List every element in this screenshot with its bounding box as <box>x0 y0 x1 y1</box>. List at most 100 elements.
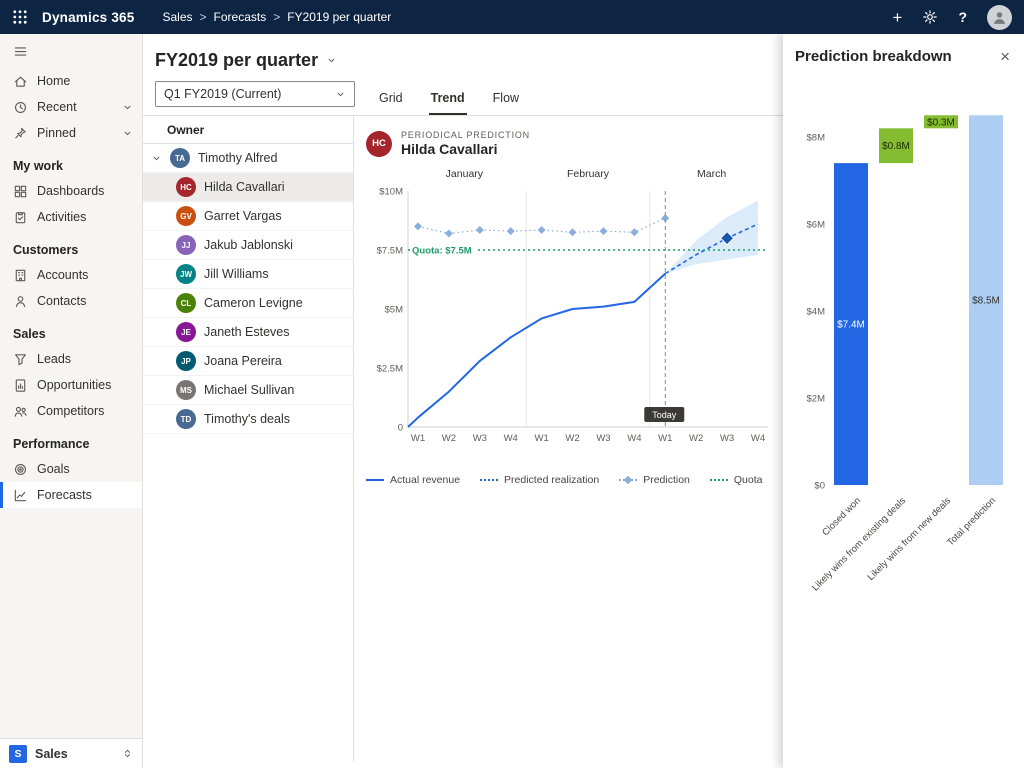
topbar-actions: + ? <box>893 5 1013 30</box>
owner-row-hilda-cavallari[interactable]: HC Hilda Cavallari <box>143 173 353 202</box>
owner-row-garret-vargas[interactable]: GV Garret Vargas <box>143 202 353 231</box>
app-title[interactable]: Dynamics 365 <box>42 10 134 25</box>
sidebar-item-dashboards[interactable]: Dashboards <box>0 178 142 204</box>
sidebar-item-activities[interactable]: Activities <box>0 204 142 230</box>
close-icon[interactable]: × <box>998 48 1012 65</box>
breadcrumb-separator: > <box>200 10 207 24</box>
help-icon[interactable]: ? <box>958 10 967 24</box>
sidebar-item-accounts[interactable]: Accounts <box>0 262 142 288</box>
clock-icon <box>13 100 28 115</box>
period-selector[interactable]: Q1 FY2019 (Current) <box>155 81 355 107</box>
owner-row-janeth-esteves[interactable]: JE Janeth Esteves <box>143 318 353 347</box>
avatar: JJ <box>176 235 196 255</box>
svg-text:$8M: $8M <box>807 133 826 144</box>
sidebar-item-label: Opportunities <box>37 378 111 392</box>
sidebar-item-goals[interactable]: Goals <box>0 456 142 482</box>
sidebar-item-label: Recent <box>37 100 77 114</box>
sidebar-item-pinned[interactable]: Pinned <box>0 120 142 146</box>
chevron-down-icon[interactable] <box>122 128 133 139</box>
area-badge: S <box>9 745 27 763</box>
legend-actual-revenue: Actual revenue <box>366 474 460 486</box>
owner-row-timothy-alfred[interactable]: TA Timothy Alfred <box>143 144 353 173</box>
sidebar-item-competitors[interactable]: Competitors <box>0 398 142 424</box>
avatar: TA <box>170 148 190 168</box>
sidebar-item-label: Dashboards <box>37 184 104 198</box>
people-icon <box>13 404 28 419</box>
sidebar-item-home[interactable]: Home <box>0 68 142 94</box>
area-switcher[interactable]: S Sales <box>0 738 142 768</box>
breadcrumb: Sales > Forecasts > FY2019 per quarter <box>162 10 391 24</box>
legend-swatch-diamond <box>619 479 637 481</box>
chevron-down-icon <box>335 89 346 100</box>
svg-text:January: January <box>446 168 484 180</box>
legend-quota: Quota <box>710 474 763 486</box>
sidebar-group-performance: Performance <box>0 424 142 456</box>
svg-text:W4: W4 <box>751 433 765 444</box>
forecast-header: FY2019 per quarter Q1 FY2019 (Current) G… <box>143 34 783 116</box>
forecast-title[interactable]: FY2019 per quarter <box>155 50 783 71</box>
gear-icon[interactable] <box>922 9 938 25</box>
sidebar-item-forecasts[interactable]: Forecasts <box>0 482 142 508</box>
svg-text:$5M: $5M <box>385 305 404 316</box>
svg-text:Closed won: Closed won <box>820 495 863 538</box>
legend-swatch-dotted <box>480 479 498 481</box>
sidebar-collapse-icon[interactable] <box>0 34 142 68</box>
svg-text:W1: W1 <box>535 433 549 444</box>
area-label: Sales <box>35 747 68 761</box>
trend-chart: $10M$7.5M$5M$2.5M0JanuaryFebruaryMarchW1… <box>366 161 778 459</box>
user-avatar[interactable] <box>987 5 1012 30</box>
breadcrumb-current-page[interactable]: FY2019 per quarter <box>287 10 391 24</box>
owner-row-timothys-deals[interactable]: TD Timothy's deals <box>143 405 353 434</box>
svg-text:W1: W1 <box>658 433 672 444</box>
svg-text:February: February <box>567 168 610 180</box>
breadcrumb-forecasts[interactable]: Forecasts <box>214 10 267 24</box>
legend-prediction: Prediction <box>619 474 690 486</box>
svg-text:W3: W3 <box>720 433 734 444</box>
svg-text:W3: W3 <box>473 433 487 444</box>
chart-header: HC PERIODICAL PREDICTION Hilda Cavallari <box>366 130 783 157</box>
breadcrumb-separator: > <box>273 10 280 24</box>
top-app-bar: Dynamics 365 Sales > Forecasts > FY2019 … <box>0 0 1024 34</box>
tab-trend[interactable]: Trend <box>429 87 467 115</box>
tab-flow[interactable]: Flow <box>491 87 521 115</box>
owner-row-cameron-levigne[interactable]: CL Cameron Levigne <box>143 289 353 318</box>
owner-column-header[interactable]: Owner <box>143 116 353 144</box>
svg-text:W2: W2 <box>689 433 703 444</box>
chart-line-icon <box>13 488 28 503</box>
svg-text:W2: W2 <box>565 433 579 444</box>
svg-text:$0.8M: $0.8M <box>882 141 910 152</box>
add-icon[interactable]: + <box>893 9 903 26</box>
legend-swatch-quota <box>710 479 728 481</box>
avatar: HC <box>176 177 196 197</box>
svg-text:Likely wins from new deals: Likely wins from new deals <box>865 495 953 583</box>
period-selector-value: Q1 FY2019 (Current) <box>164 87 281 101</box>
hamburger-icon <box>13 44 28 59</box>
chart-owner-name: Hilda Cavallari <box>401 141 530 157</box>
sidebar-group-sales: Sales <box>0 314 142 346</box>
sidebar-group-my-work: My work <box>0 146 142 178</box>
avatar: MS <box>176 380 196 400</box>
owner-row-joana-pereira[interactable]: JP Joana Pereira <box>143 347 353 376</box>
sidebar: Home Recent Pinned My work Dashboards Ac… <box>0 34 143 768</box>
chevron-down-icon[interactable] <box>122 102 133 113</box>
sidebar-item-leads[interactable]: Leads <box>0 346 142 372</box>
owner-row-michael-sullivan[interactable]: MS Michael Sullivan <box>143 376 353 405</box>
owner-row-jill-williams[interactable]: JW Jill Williams <box>143 260 353 289</box>
chevron-down-icon[interactable] <box>151 153 162 164</box>
sidebar-item-label: Activities <box>37 210 86 224</box>
breadcrumb-sales[interactable]: Sales <box>162 10 192 24</box>
doc-chart-icon <box>13 378 28 393</box>
sidebar-item-contacts[interactable]: Contacts <box>0 288 142 314</box>
svg-text:0: 0 <box>398 423 403 434</box>
sidebar-item-opportunities[interactable]: Opportunities <box>0 372 142 398</box>
chevron-up-down-icon <box>122 748 133 759</box>
sidebar-item-label: Pinned <box>37 126 76 140</box>
owner-row-jakub-jablonski[interactable]: JJ Jakub Jablonski <box>143 231 353 260</box>
main-content: FY2019 per quarter Q1 FY2019 (Current) G… <box>143 34 783 768</box>
tab-grid[interactable]: Grid <box>377 87 405 115</box>
sidebar-item-recent[interactable]: Recent <box>0 94 142 120</box>
waffle-menu-icon[interactable] <box>12 9 28 25</box>
page-title: FY2019 per quarter <box>155 50 318 71</box>
svg-text:W2: W2 <box>442 433 456 444</box>
sidebar-item-label: Home <box>37 74 70 88</box>
